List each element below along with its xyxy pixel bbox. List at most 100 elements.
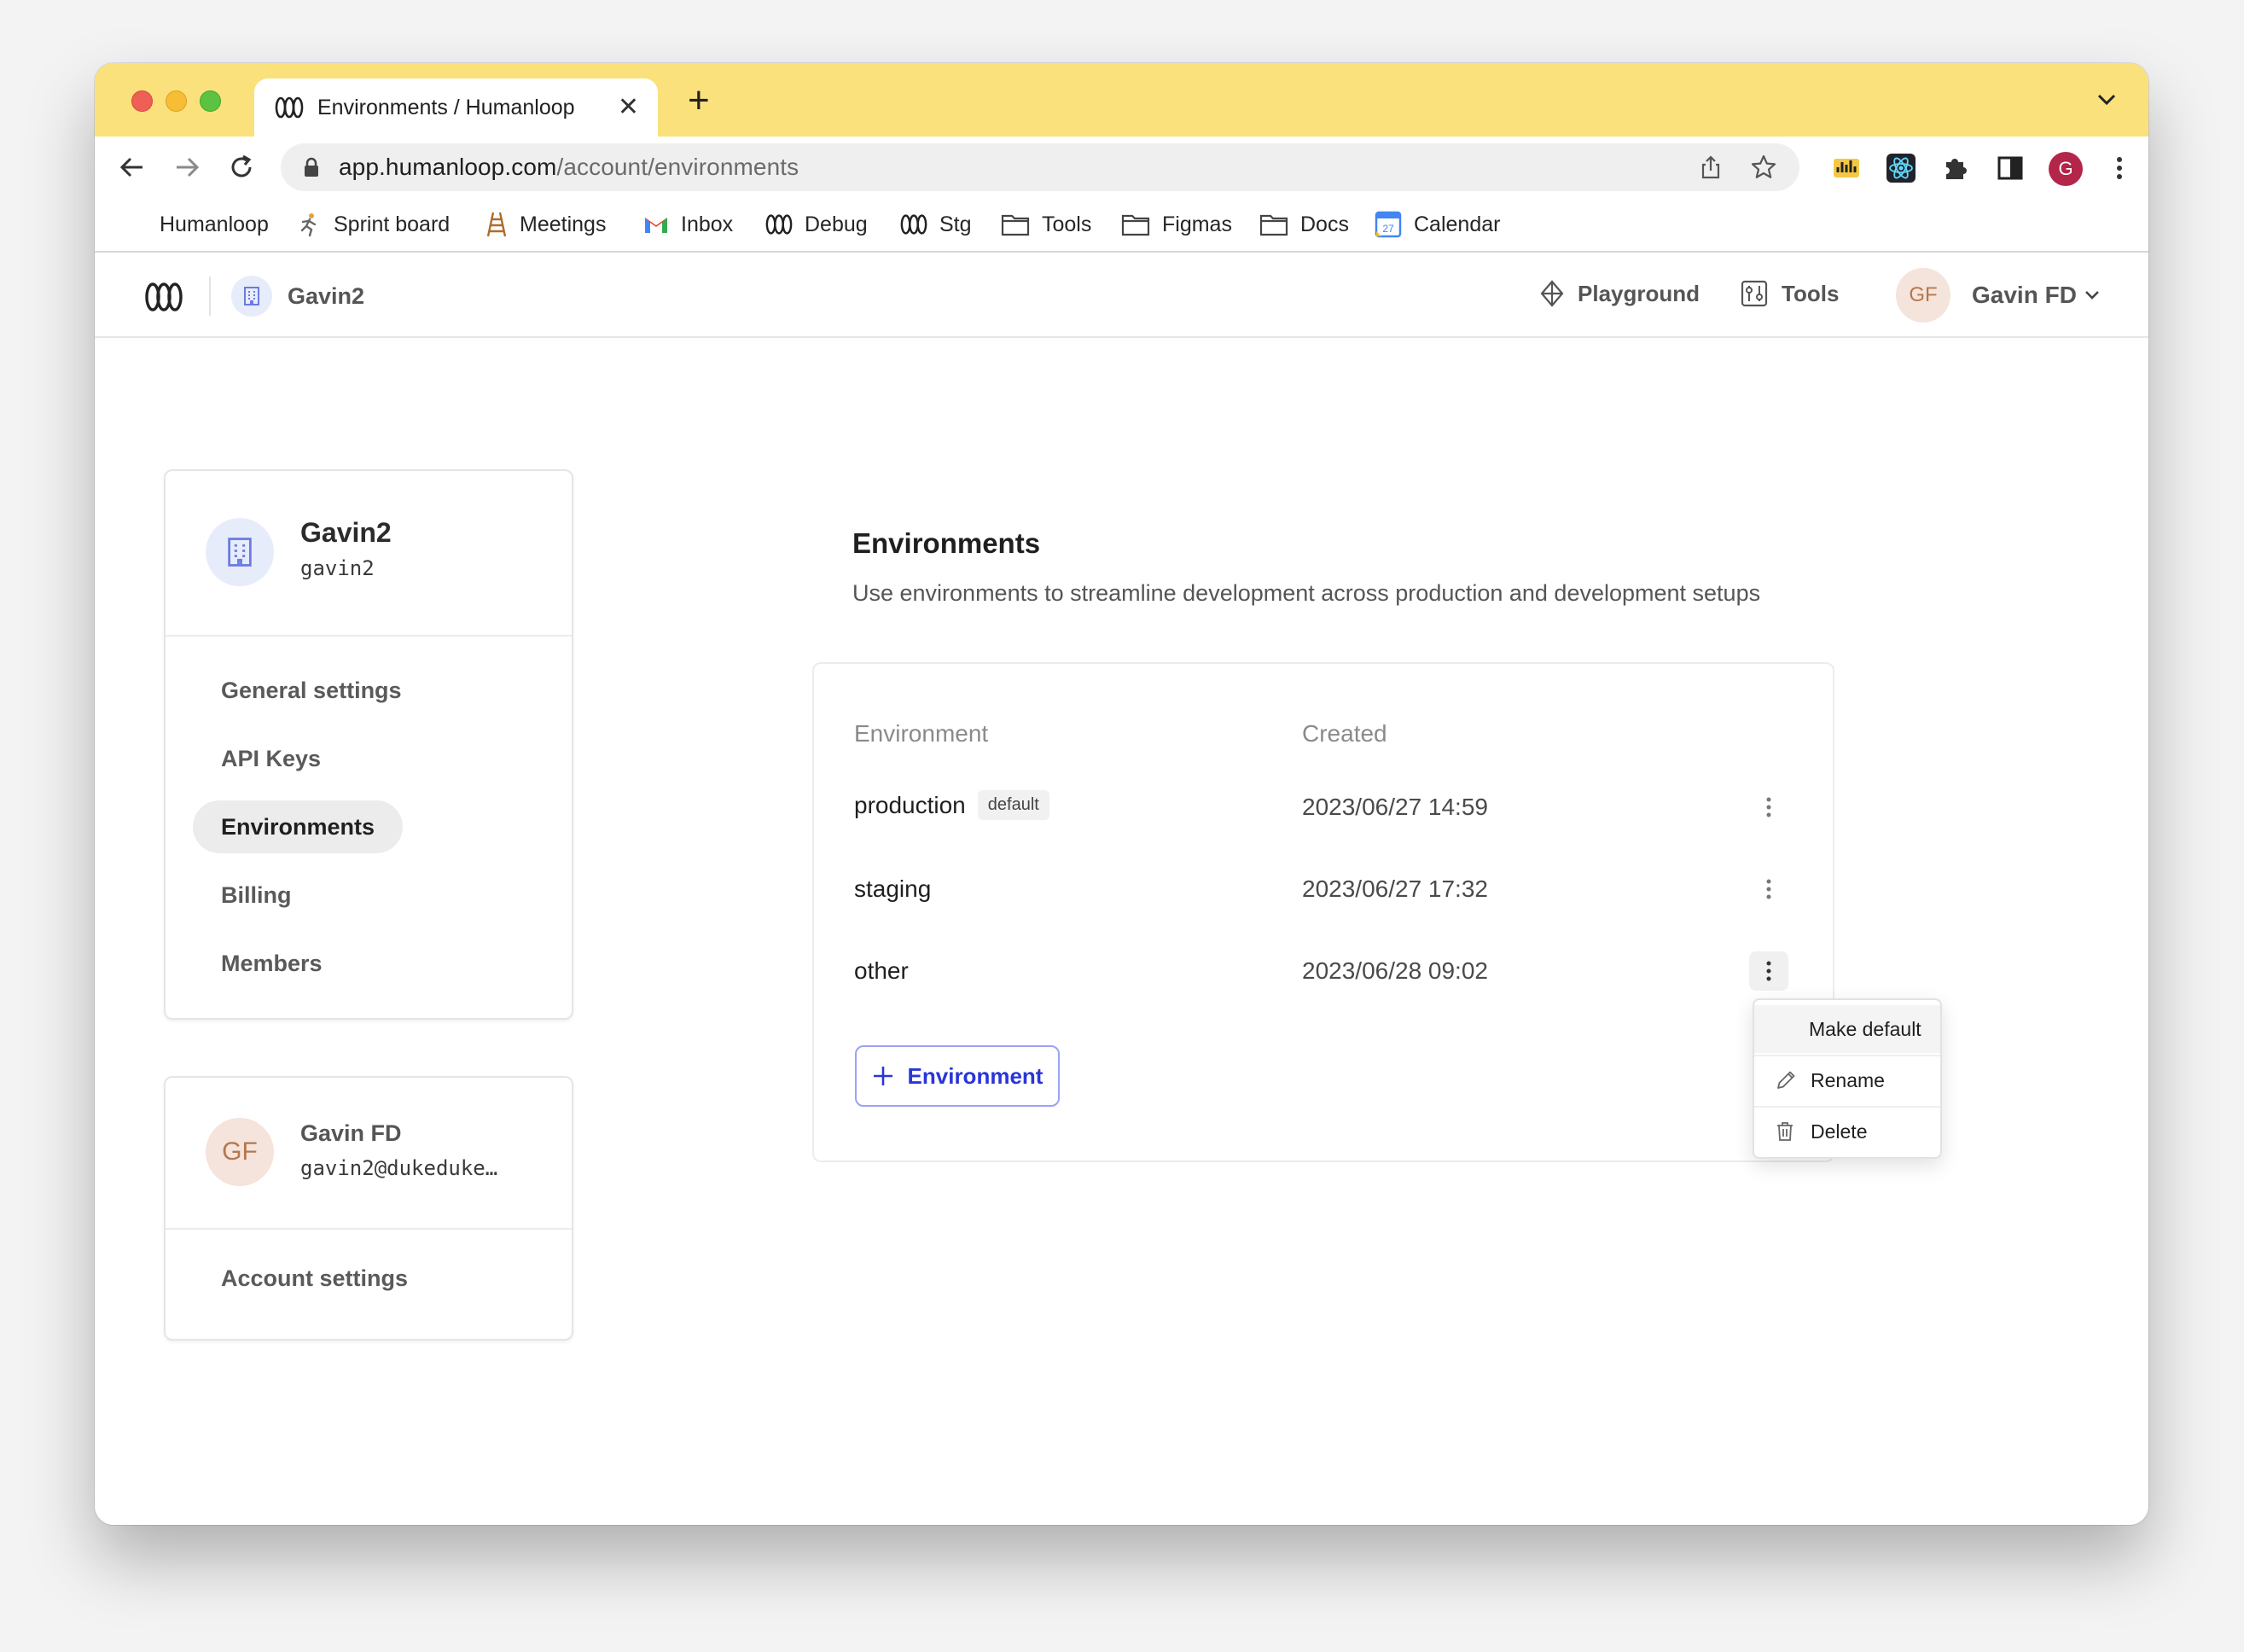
close-window-button[interactable]	[131, 90, 153, 112]
bookmark-label: Debug	[805, 212, 868, 236]
sidebar-item-general-settings[interactable]: General settings	[193, 664, 430, 717]
side-panel-icon[interactable]	[1994, 152, 2026, 184]
add-environment-button[interactable]: Environment	[855, 1045, 1060, 1107]
runner-icon	[300, 213, 317, 237]
diamond-icon	[1540, 280, 1564, 307]
sidebar-item-members[interactable]: Members	[193, 937, 351, 990]
bookmarks-bar: Humanloop Sprint board Meetings Inbox De…	[95, 198, 2148, 253]
tools-link[interactable]: Tools	[1741, 280, 1839, 307]
bookmark-star-icon[interactable]	[1750, 154, 1777, 181]
building-icon	[244, 287, 259, 305]
header-divider	[209, 276, 211, 316]
profile-avatar[interactable]: G	[2049, 152, 2083, 186]
environment-created: 2023/06/27 17:32	[1302, 875, 1488, 902]
react-devtools-icon[interactable]	[1885, 152, 1917, 184]
bookmark-stg[interactable]: Stg	[900, 210, 972, 239]
tab-search-chevron-icon[interactable]	[2097, 94, 2116, 106]
column-header-created: Created	[1302, 720, 1387, 747]
bookmark-label: Inbox	[681, 212, 734, 236]
new-tab-button[interactable]: +	[688, 82, 710, 119]
bookmark-label: Calendar	[1414, 212, 1501, 236]
browser-menu-icon[interactable]	[2103, 152, 2136, 184]
tab-close-icon[interactable]: ✕	[618, 95, 639, 120]
sidebar-item-api-keys[interactable]: API Keys	[193, 732, 349, 785]
row-menu-button[interactable]	[1749, 788, 1788, 827]
back-arrow-icon[interactable]	[117, 152, 148, 183]
bookmark-inbox[interactable]: Inbox	[643, 210, 733, 239]
row-menu-button[interactable]	[1749, 951, 1788, 991]
menu-item-label: Rename	[1811, 1068, 1885, 1091]
calendar-day: 27	[1382, 223, 1394, 235]
environment-name: production default	[854, 790, 1049, 820]
menu-item-label: Make default	[1809, 1017, 1921, 1040]
bookmark-label: Sprint board	[334, 212, 451, 236]
menu-item-delete[interactable]: Delete	[1754, 1108, 1940, 1155]
bookmark-label: Stg	[939, 212, 972, 236]
menu-item-rename[interactable]: Rename	[1754, 1056, 1940, 1104]
plus-icon	[873, 1067, 892, 1085]
extensions-puzzle-icon[interactable]	[1939, 152, 1972, 184]
environment-name: other	[854, 957, 909, 984]
org-avatar-large	[206, 518, 274, 586]
trash-icon	[1777, 1122, 1793, 1141]
org-slug: gavin2	[300, 556, 375, 580]
ladder-icon	[486, 212, 507, 237]
bookmark-humanloop[interactable]: Humanloop	[160, 210, 269, 239]
share-icon[interactable]	[1697, 154, 1724, 181]
tab-strip: Environments / Humanloop ✕ +	[95, 63, 2148, 137]
kebab-menu-icon	[1766, 961, 1771, 981]
playground-label: Playground	[1578, 280, 1700, 306]
card-divider	[166, 1228, 572, 1230]
user-avatar[interactable]: GF	[1896, 268, 1950, 323]
app-header: Gavin2 Playground Tools GF Gavin FD	[95, 254, 2148, 338]
column-header-environment: Environment	[854, 720, 989, 747]
url-host: app.humanloop.com	[339, 154, 557, 180]
browser-toolbar: app.humanloop.com/account/environments G	[95, 137, 2148, 198]
bookmark-label: Humanloop	[160, 212, 269, 236]
folder-icon	[1259, 214, 1288, 236]
forward-arrow-icon[interactable]	[171, 152, 202, 183]
org-switcher-name[interactable]: Gavin2	[288, 283, 364, 310]
org-avatar[interactable]	[231, 276, 272, 317]
environment-created: 2023/06/27 14:59	[1302, 794, 1488, 820]
maximize-window-button[interactable]	[200, 90, 221, 112]
user-menu-name[interactable]: Gavin FD	[1972, 282, 2077, 309]
menu-item-make-default[interactable]: Make default	[1754, 1005, 1940, 1053]
pencil-icon	[1777, 1071, 1795, 1089]
sidebar-item-environments[interactable]: Environments	[193, 800, 404, 853]
add-environment-label: Environment	[907, 1062, 1044, 1089]
address-bar[interactable]: app.humanloop.com/account/environments	[281, 143, 1799, 191]
url-path: /account/environments	[556, 154, 799, 180]
analytics-extension-icon[interactable]	[1830, 152, 1863, 184]
chevron-down-icon[interactable]	[2084, 290, 2100, 300]
bookmark-meetings[interactable]: Meetings	[485, 210, 606, 239]
reload-icon[interactable]	[226, 152, 257, 183]
bookmark-debug[interactable]: Debug	[765, 210, 868, 239]
bookmark-calendar[interactable]: 27 Calendar	[1375, 210, 1500, 239]
playground-link[interactable]: Playground	[1540, 280, 1700, 307]
bookmark-docs[interactable]: Docs	[1259, 210, 1349, 239]
browser-tab[interactable]: Environments / Humanloop ✕	[254, 79, 658, 137]
bookmark-figmas[interactable]: Figmas	[1121, 210, 1232, 239]
minimize-window-button[interactable]	[166, 90, 187, 112]
bookmark-label: Figmas	[1162, 212, 1232, 236]
sidebar-item-billing[interactable]: Billing	[193, 869, 320, 922]
humanloop-logo-icon[interactable]	[144, 282, 183, 312]
card-divider	[166, 635, 572, 637]
user-email: gavin2@dukeduke…	[300, 1156, 498, 1180]
bookmark-sprint-board[interactable]: Sprint board	[296, 210, 450, 239]
menu-item-label: Delete	[1811, 1120, 1868, 1143]
environment-created: 2023/06/28 09:02	[1302, 957, 1488, 984]
tools-label: Tools	[1782, 280, 1840, 306]
user-settings-card: GF Gavin FD gavin2@dukeduke… Account set…	[164, 1076, 573, 1341]
page-title: Environments	[852, 527, 1041, 559]
gmail-icon	[645, 218, 667, 233]
tab-title: Environments / Humanloop	[317, 95, 575, 119]
bookmark-tools[interactable]: Tools	[1001, 210, 1091, 239]
default-badge: default	[977, 790, 1049, 820]
bookmark-label: Docs	[1300, 212, 1349, 236]
humanloop-logo-icon	[900, 214, 927, 235]
row-menu-button[interactable]	[1749, 870, 1788, 909]
sidebar-item-account-settings[interactable]: Account settings	[193, 1252, 436, 1305]
building-icon	[228, 538, 252, 567]
